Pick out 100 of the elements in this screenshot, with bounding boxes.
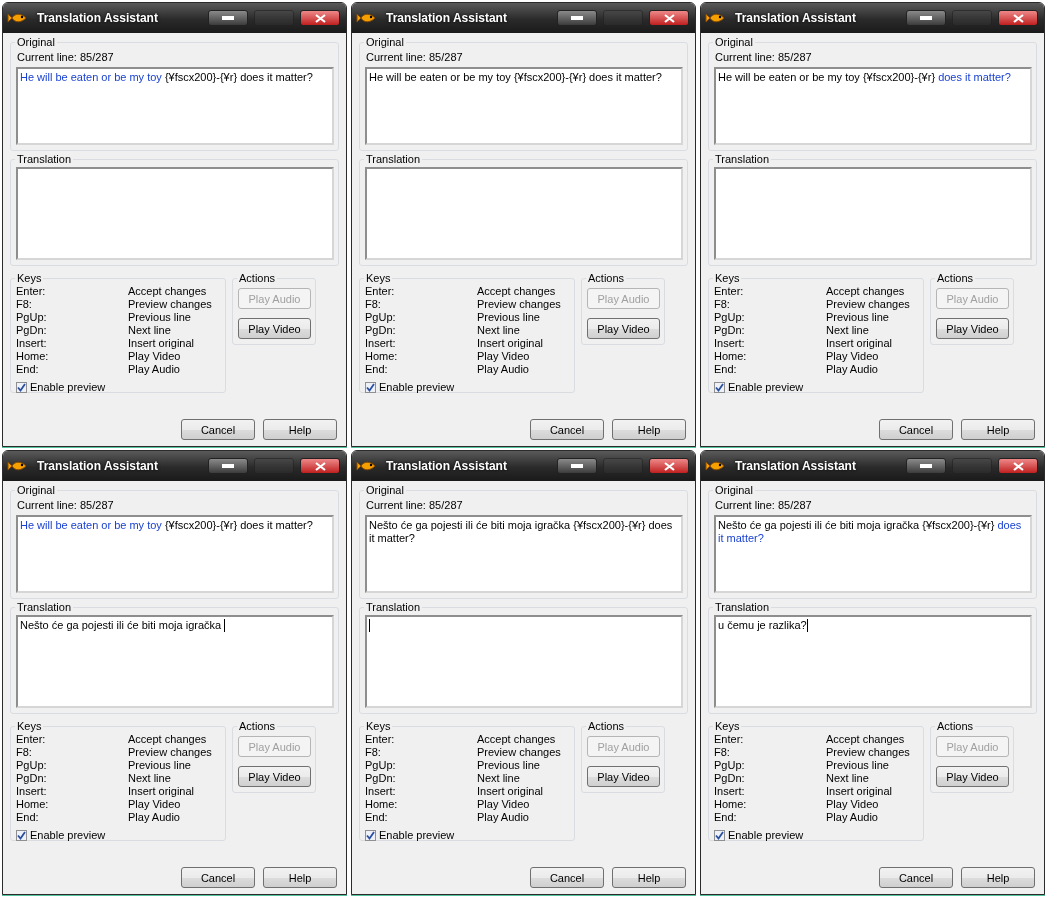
key-name: Home:	[365, 350, 399, 363]
action-button[interactable]: Play Video	[238, 766, 311, 787]
close-button[interactable]	[300, 458, 340, 474]
dialog-button[interactable]: Help	[961, 867, 1035, 888]
action-button[interactable]: Play Video	[936, 318, 1009, 339]
original-text-field[interactable]: He will be eaten or be my toy {¥fscx200}-{¥r} does it matter?	[714, 67, 1032, 145]
checkbox-label[interactable]: Enable preview	[728, 381, 804, 393]
checkbox-label[interactable]: Enable preview	[30, 381, 106, 393]
original-text-field[interactable]: He will be eaten or be my toy {¥fscx200}-{¥r} does it matter?	[365, 67, 683, 145]
key-action: Play Video	[128, 350, 182, 363]
action-button[interactable]: Play Video	[936, 766, 1009, 787]
key-action: Insert original	[477, 337, 545, 350]
close-button[interactable]	[998, 458, 1038, 474]
minimize-button[interactable]	[906, 458, 946, 474]
minimize-icon	[571, 16, 583, 20]
current-line-label: Current line: 85/287	[715, 51, 813, 63]
translation-field[interactable]: Nešto će ga pojesti ili će biti moja igračka	[16, 615, 334, 708]
group-label: Translation	[16, 153, 72, 165]
action-button[interactable]: Play Video	[587, 766, 660, 787]
key-name: PgUp:	[16, 311, 48, 324]
original-text-field[interactable]: He will be eaten or be my toy {¥fscx200}-{¥r} does it matter?	[16, 67, 334, 145]
dialog-button[interactable]: Cancel	[879, 419, 953, 440]
checkbox[interactable]	[714, 829, 725, 841]
checkbox[interactable]	[16, 829, 27, 841]
dialog-button[interactable]: Cancel	[879, 867, 953, 888]
original-text-field[interactable]: Nešto će ga pojesti ili će biti moja igračka {¥fscx200}-{¥r} does it matter?	[365, 515, 683, 593]
group-label: Actions	[936, 272, 975, 284]
key-name: Home:	[714, 798, 748, 811]
checkbox[interactable]	[16, 381, 27, 393]
dialog-button[interactable]: Cancel	[181, 867, 255, 888]
original-text-field[interactable]: He will be eaten or be my toy {¥fscx200}-{¥r} does it matter?	[16, 515, 334, 593]
group-label: Keys	[365, 272, 392, 284]
minimize-button[interactable]	[557, 10, 597, 26]
key-name: Insert:	[16, 337, 48, 350]
dialog-button[interactable]: Help	[612, 419, 686, 440]
key-name: Enter:	[16, 285, 47, 298]
checkbox-label[interactable]: Enable preview	[379, 381, 455, 393]
action-button[interactable]: Play Video	[238, 318, 311, 339]
action-button[interactable]: Play Video	[587, 318, 660, 339]
translation-field[interactable]	[16, 167, 334, 260]
group-label: Actions	[936, 720, 975, 732]
key-action: Insert original	[128, 785, 196, 798]
group-label: Original	[16, 36, 56, 48]
close-button[interactable]	[649, 10, 689, 26]
translation-field[interactable]: u čemu je razlika?	[714, 615, 1032, 708]
minimize-button[interactable]	[557, 458, 597, 474]
original-text-field[interactable]: Nešto će ga pojesti ili će biti moja igračka {¥fscx200}-{¥r} does it matter?	[714, 515, 1032, 593]
key-name: PgDn:	[365, 324, 397, 337]
fish-icon	[7, 460, 27, 472]
group-label: Original	[16, 484, 56, 496]
dialog-button[interactable]: Help	[961, 419, 1035, 440]
fish-icon	[356, 12, 376, 24]
translation-field[interactable]	[714, 167, 1032, 260]
key-action: Preview changes	[128, 298, 213, 311]
group-label: Keys	[16, 720, 43, 732]
close-icon	[1012, 461, 1024, 471]
checkbox-label[interactable]: Enable preview	[728, 829, 804, 841]
key-action: Previous line	[826, 311, 890, 324]
checkbox-label[interactable]: Enable preview	[379, 829, 455, 841]
group-label: Translation	[365, 601, 421, 613]
key-name: F8:	[365, 746, 382, 759]
key-action: Next line	[477, 324, 521, 337]
key-action: Previous line	[128, 759, 192, 772]
key-name: End:	[16, 811, 40, 824]
dialog-button[interactable]: Help	[263, 419, 337, 440]
dialog-button[interactable]: Cancel	[530, 867, 604, 888]
minimize-button[interactable]	[208, 10, 248, 26]
close-button[interactable]	[300, 10, 340, 26]
key-name: End:	[16, 363, 40, 376]
dialog-button[interactable]: Cancel	[530, 419, 604, 440]
checkbox[interactable]	[365, 381, 376, 393]
key-name: F8:	[16, 298, 33, 311]
checkbox[interactable]	[365, 829, 376, 841]
current-line-label: Current line: 85/287	[366, 51, 464, 63]
close-button[interactable]	[649, 458, 689, 474]
translation-field[interactable]	[365, 615, 683, 708]
fish-icon	[705, 12, 725, 24]
minimize-button[interactable]	[208, 458, 248, 474]
dialog-button[interactable]: Cancel	[181, 419, 255, 440]
key-action: Play Audio	[477, 363, 530, 376]
current-line-label: Current line: 85/287	[366, 499, 464, 511]
key-action: Accept changes	[826, 285, 906, 298]
minimize-button[interactable]	[906, 10, 946, 26]
key-action: Previous line	[826, 759, 890, 772]
group-label: Translation	[16, 601, 72, 613]
checkbox-label[interactable]: Enable preview	[30, 829, 106, 841]
translation-field[interactable]	[365, 167, 683, 260]
group-label: Original	[365, 36, 405, 48]
key-action: Insert original	[477, 785, 545, 798]
key-name: Home:	[714, 350, 748, 363]
window-title: Translation Assistant	[735, 459, 857, 473]
key-name: End:	[365, 811, 389, 824]
dialog-button[interactable]: Help	[263, 867, 337, 888]
key-name: F8:	[365, 298, 382, 311]
dialog-button[interactable]: Help	[612, 867, 686, 888]
key-name: Insert:	[714, 785, 746, 798]
minimize-icon	[571, 464, 583, 468]
close-button[interactable]	[998, 10, 1038, 26]
checkbox[interactable]	[714, 381, 725, 393]
key-name: End:	[714, 363, 738, 376]
